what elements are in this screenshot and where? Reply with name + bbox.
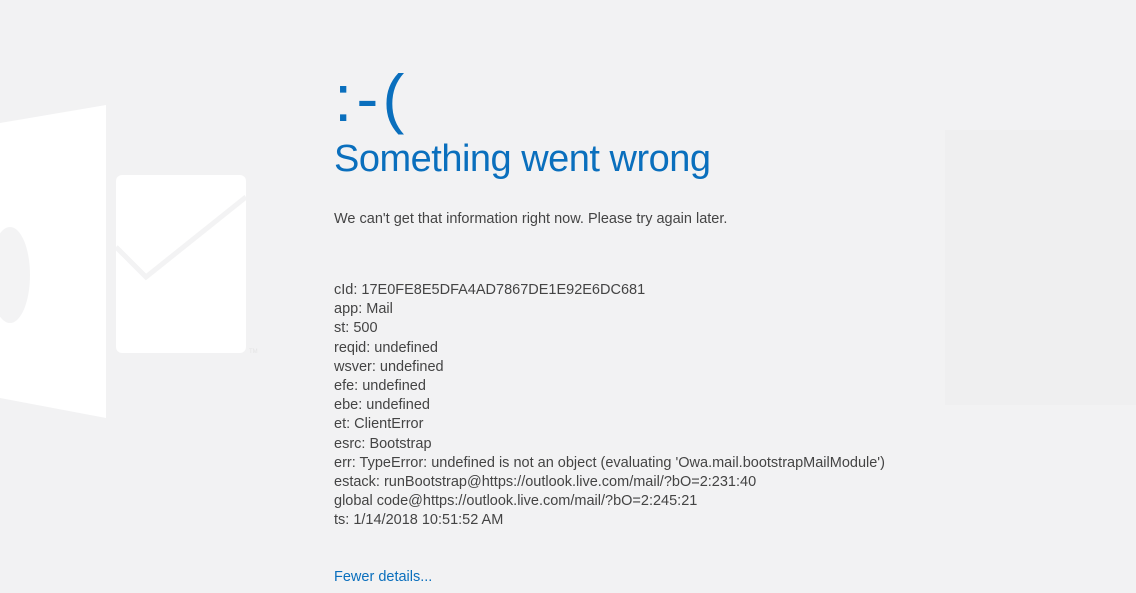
error-details: cId: 17E0FE8E5DFA4AD7867DE1E92E6DC681 ap… xyxy=(334,281,1114,531)
detail-line: st: 500 xyxy=(334,320,378,337)
detail-line: cId: 17E0FE8E5DFA4AD7867DE1E92E6DC681 xyxy=(334,282,646,298)
detail-line: et: ClientError xyxy=(334,416,424,433)
detail-line: efe: undefined xyxy=(334,378,426,395)
detail-line: esrc: Bootstrap xyxy=(334,435,432,452)
fewer-details-link[interactable]: Fewer details... xyxy=(334,568,432,586)
detail-line: global code@https://outlook.live.com/mai… xyxy=(334,493,698,510)
detail-line: estack: runBootstrap@https://outlook.liv… xyxy=(334,474,757,491)
detail-line: err: TypeError: undefined is not an obje… xyxy=(334,454,885,471)
detail-line: ebe: undefined xyxy=(334,397,430,414)
detail-line: app: Mail xyxy=(334,301,393,318)
detail-line: reqid: undefined xyxy=(334,339,438,356)
detail-line: ts: 1/14/2018 10:51:52 AM xyxy=(334,512,504,529)
sad-face-emoticon: :-( xyxy=(334,61,409,135)
svg-text:TM: TM xyxy=(249,349,258,355)
error-message: We can't get that information right now.… xyxy=(334,211,728,227)
detail-line: wsver: undefined xyxy=(334,358,444,375)
page-title: Something went wrong xyxy=(334,138,711,180)
outlook-logo-icon: TM xyxy=(0,105,258,418)
error-content: :-( Something went wrong We can't get th… xyxy=(334,62,1114,531)
